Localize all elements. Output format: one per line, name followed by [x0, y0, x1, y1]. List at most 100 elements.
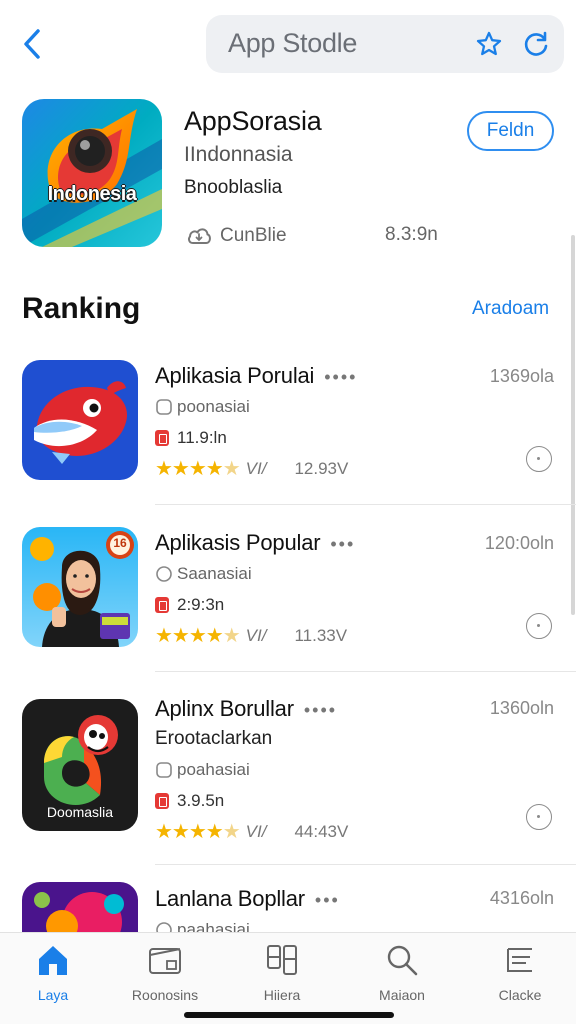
see-all-link[interactable]: Aradoam	[472, 298, 549, 320]
app-title-text: Aplikasia Porulai	[155, 363, 315, 388]
app-rating-word: VI/	[245, 821, 267, 841]
app-category-label: Saanasiai	[177, 564, 252, 583]
app-category-label: poonasiai	[177, 397, 250, 416]
tab-categories-label: Hiiera	[263, 987, 301, 1003]
star-icon: ★★★★	[155, 821, 224, 843]
app-title-text: Aplikasis Popular	[155, 530, 321, 555]
app-downloads: 11.9:ln	[155, 428, 227, 448]
app-icon: 16	[22, 527, 138, 647]
app-category: poonasiai	[155, 397, 250, 417]
app-rating: ★★★★ ★ VI/ 44:43V	[155, 819, 348, 844]
app-title-text: Lanlana Bopllar	[155, 886, 305, 911]
app-icon-text: Doomaslia	[46, 804, 114, 820]
app-category: poahasiai	[155, 760, 250, 780]
app-title: Aplinx Borullar ••••	[155, 696, 337, 722]
app-icon	[22, 360, 138, 480]
apps-icon	[149, 948, 181, 974]
app-options-dots[interactable]: •••	[315, 890, 340, 910]
featured-app-icon[interactable]: Indonesia	[22, 99, 162, 247]
app-downloads: 3.9.5n	[155, 791, 224, 811]
star-icon: ★★★★	[155, 625, 224, 647]
star-icon: ★★★★	[155, 458, 224, 480]
layers-icon	[267, 945, 297, 975]
app-rating: ★★★★ ★ VI/ 12.93V	[155, 456, 348, 481]
tab-bar: Laya Roonosins Hiiera Maiaon Clacke	[0, 932, 576, 1024]
featured-app-name: AppSorasia	[184, 106, 322, 136]
app-size: 120:0oln	[484, 533, 554, 553]
featured-app-subtitle: IIndonnasia	[184, 143, 293, 166]
refresh-button[interactable]	[521, 29, 551, 59]
app-downloads-label: 3.9.5n	[177, 791, 225, 810]
refresh-icon	[524, 31, 548, 56]
star-half-icon: ★	[222, 625, 241, 647]
star-half-icon: ★	[222, 458, 241, 480]
app-rating-count: 12.93V	[294, 458, 349, 478]
app-title-text: Aplinx Borullar	[155, 696, 294, 721]
row-divider	[155, 671, 576, 672]
app-options-dots[interactable]: •••	[330, 534, 355, 554]
tab-updates-label: Clacke	[498, 987, 542, 1003]
featured-meta-right: 8.3:9n	[385, 224, 438, 246]
section-title: Ranking	[22, 292, 141, 325]
home-icon	[39, 946, 67, 975]
category-icon	[156, 762, 172, 778]
chevron-left-icon	[24, 29, 40, 59]
featured-meta-left: CunBlie	[186, 224, 287, 248]
app-title: Aplikasis Popular •••	[155, 530, 355, 556]
tab-search[interactable]: Maiaon	[352, 943, 452, 1003]
tab-home-label: Laya	[37, 987, 69, 1003]
app-downloads-label: 2:9:3n	[177, 595, 225, 614]
tab-updates[interactable]: Clacke	[470, 943, 570, 1003]
app-downloads: 2:9:3n	[155, 595, 224, 615]
app-downloads-label: 11.9:ln	[177, 428, 227, 447]
tab-categories[interactable]: Hiiera	[232, 943, 332, 1003]
app-developer: Erootaclarkan	[155, 728, 273, 749]
app-rating-count: 44:43V	[294, 821, 349, 841]
store-title: App Stodle	[228, 28, 358, 58]
download-badge-icon	[155, 430, 169, 446]
scrollbar[interactable]	[571, 235, 575, 615]
row-divider	[155, 864, 576, 865]
app-rating-word: VI/	[245, 625, 267, 645]
app-rating-word: VI/	[245, 458, 267, 478]
get-button[interactable]: Feldn	[467, 111, 554, 151]
tab-search-label: Maiaon	[379, 987, 425, 1003]
app-category-label: poahasiai	[177, 760, 250, 779]
app-more-button[interactable]	[526, 613, 552, 639]
app-options-dots[interactable]: ••••	[304, 700, 337, 720]
app-rating-count: 11.33V	[294, 625, 348, 645]
favorite-button[interactable]	[474, 29, 504, 59]
row-divider	[155, 504, 576, 505]
download-badge-icon	[155, 597, 169, 613]
app-options-dots[interactable]: ••••	[324, 367, 357, 387]
download-badge-icon	[155, 793, 169, 809]
app-title: Aplikasia Porulai ••••	[155, 363, 357, 389]
app-title: Lanlana Bopllar •••	[155, 886, 340, 912]
tab-recommendations-label: Roonosins	[131, 987, 199, 1003]
app-size: 4316oln	[489, 888, 554, 908]
featured-app-developer: Bnooblaslia	[184, 177, 283, 198]
search-icon	[387, 945, 418, 976]
app-more-button[interactable]	[526, 804, 552, 830]
app-rating: ★★★★ ★ VI/ 11.33V	[155, 623, 347, 648]
featured-icon-text: Indonesia	[47, 183, 137, 205]
back-button[interactable]	[14, 24, 50, 64]
app-more-button[interactable]	[526, 446, 552, 472]
app-icon	[22, 882, 138, 932]
cloud-download-icon	[188, 228, 211, 244]
tab-home[interactable]: Laya	[3, 943, 103, 1003]
category-icon	[156, 566, 172, 582]
app-category: Saanasiai	[155, 564, 252, 584]
category-icon	[156, 399, 172, 415]
app-icon: Doomaslia	[22, 699, 138, 831]
app-size: 1360oln	[489, 698, 554, 718]
featured-app-artwork	[22, 99, 162, 247]
app-size: 1369ola	[489, 366, 554, 386]
tab-recommendations[interactable]: Roonosins	[115, 943, 215, 1003]
featured-meta-right-label: 8.3:9n	[385, 224, 438, 245]
updates-icon	[507, 948, 532, 972]
top-bar: App Stodle	[0, 0, 576, 90]
home-indicator[interactable]	[184, 1012, 394, 1018]
featured-meta-left-label: CunBlie	[220, 225, 287, 246]
store-search-bar[interactable]: App Stodle	[206, 15, 564, 73]
